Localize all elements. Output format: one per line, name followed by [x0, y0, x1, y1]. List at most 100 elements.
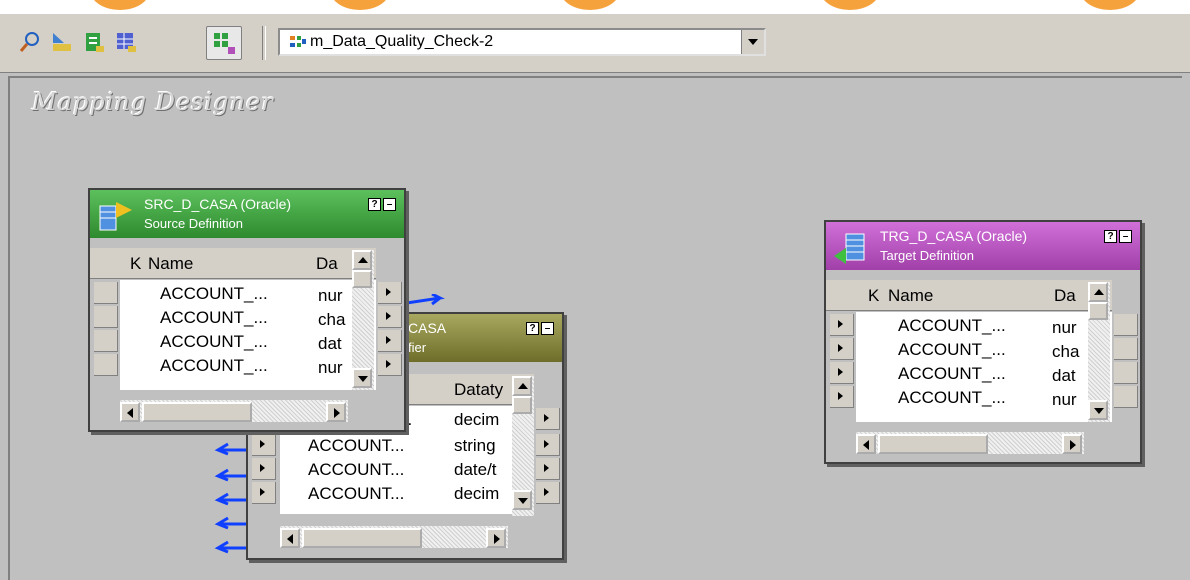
minimize-button[interactable]: – [541, 322, 554, 335]
field-name[interactable]: ACCOUNT_... [898, 388, 1006, 408]
row-port[interactable] [378, 330, 402, 352]
target-designer-icon[interactable] [50, 30, 74, 54]
toolbar-separator [262, 26, 266, 60]
row-port[interactable] [536, 434, 560, 456]
scroll-down-icon[interactable] [352, 368, 372, 388]
mapping-designer-button[interactable] [206, 26, 242, 60]
field-name[interactable]: ACCOUNT_... [898, 364, 1006, 384]
field-name[interactable]: ACCOUNT_... [898, 316, 1006, 336]
row-port[interactable] [830, 386, 854, 408]
source-table-icon [99, 202, 132, 231]
minimize-button[interactable]: – [1119, 230, 1132, 243]
source-analyzer-icon[interactable] [18, 30, 42, 54]
field-type[interactable]: decim [454, 484, 499, 504]
mapping-select[interactable]: m_Data_Quality_Check-2 [278, 28, 766, 56]
row-selector[interactable] [252, 458, 276, 480]
minimize-button[interactable]: – [383, 198, 396, 211]
field-name[interactable]: ACCOUNT... [308, 460, 404, 480]
source-header[interactable]: SRC_D_CASA (Oracle) Source Definition ? … [90, 190, 404, 238]
canvas-title: Mapping Designer [32, 88, 274, 116]
column-header-datatype[interactable]: Da [1054, 286, 1076, 306]
field-name[interactable]: ACCOUNT_... [898, 340, 1006, 360]
row-port[interactable] [378, 354, 402, 376]
field-name[interactable]: ACCOUNT_... [160, 356, 268, 376]
mapping-designer-icon [214, 33, 235, 54]
scroll-thumb[interactable] [1088, 302, 1108, 320]
scroll-thumb[interactable] [878, 434, 988, 454]
mapping-icon [290, 36, 306, 47]
row-selector[interactable] [94, 306, 118, 328]
mapplet-designer-icon[interactable] [114, 30, 138, 54]
row-selector[interactable] [94, 354, 118, 376]
field-name[interactable]: ACCOUNT... [308, 484, 404, 504]
scroll-thumb[interactable] [512, 396, 532, 414]
row-selector[interactable] [94, 282, 118, 304]
source-grid-header: K Name Da [90, 248, 376, 279]
row-port[interactable] [536, 408, 560, 430]
field-name[interactable]: ACCOUNT... [308, 436, 404, 456]
target-header[interactable]: TRG_D_CASA (Oracle) Target Definition ? … [826, 222, 1140, 270]
column-header-key[interactable]: K [868, 286, 879, 306]
help-button[interactable]: ? [368, 198, 381, 211]
transformation-developer-icon[interactable] [82, 30, 106, 54]
field-type[interactable]: decim [454, 410, 499, 430]
field-type[interactable]: nur [318, 286, 350, 306]
source-subtitle: Source Definition [144, 216, 243, 231]
scroll-down-icon[interactable] [512, 490, 532, 510]
row-selector[interactable] [94, 330, 118, 352]
row-selector[interactable] [1114, 338, 1138, 360]
source-title: SRC_D_CASA (Oracle) [144, 196, 292, 212]
row-selector[interactable] [252, 482, 276, 504]
field-name[interactable]: ACCOUNT_... [160, 284, 268, 304]
row-selector[interactable] [1114, 386, 1138, 408]
scroll-left-icon[interactable] [280, 528, 300, 548]
row-port[interactable] [378, 282, 402, 304]
field-name[interactable]: ACCOUNT_... [160, 332, 268, 352]
row-port[interactable] [830, 314, 854, 336]
source-header-buttons: ? – [368, 198, 398, 212]
scroll-left-icon[interactable] [856, 434, 876, 454]
field-type[interactable]: cha [318, 310, 350, 330]
scroll-down-icon[interactable] [1088, 400, 1108, 420]
scroll-right-icon[interactable] [1062, 434, 1082, 454]
scroll-right-icon[interactable] [326, 402, 346, 422]
scroll-thumb[interactable] [142, 402, 252, 422]
top-decoration [0, 0, 1190, 14]
column-header-name[interactable]: Name [148, 254, 193, 274]
help-button[interactable]: ? [1104, 230, 1117, 243]
row-port[interactable] [536, 458, 560, 480]
field-type[interactable]: dat [1052, 366, 1084, 386]
scroll-up-icon[interactable] [1088, 282, 1108, 302]
row-port[interactable] [830, 362, 854, 384]
scroll-thumb[interactable] [352, 270, 372, 288]
scroll-up-icon[interactable] [512, 376, 532, 396]
row-selector[interactable] [1114, 362, 1138, 384]
scroll-thumb[interactable] [302, 528, 422, 548]
help-button[interactable]: ? [526, 322, 539, 335]
row-selector[interactable] [252, 434, 276, 456]
field-type[interactable]: cha [1052, 342, 1084, 362]
row-selector[interactable] [1114, 314, 1138, 336]
field-type[interactable]: nur [1052, 390, 1084, 410]
column-header-key[interactable]: K [130, 254, 141, 274]
toolbar: m_Data_Quality_Check-2 [0, 14, 1190, 73]
column-header-name[interactable]: Name [888, 286, 933, 306]
field-type[interactable]: nur [1052, 318, 1084, 338]
row-port[interactable] [536, 482, 560, 504]
column-header-datatype[interactable]: Da [316, 254, 338, 274]
target-definition-window[interactable]: TRG_D_CASA (Oracle) Target Definition ? … [824, 220, 1142, 464]
scroll-up-icon[interactable] [352, 250, 372, 270]
field-type[interactable]: string [454, 436, 496, 456]
field-type[interactable]: nur [318, 358, 350, 378]
field-name[interactable]: ACCOUNT_... [160, 308, 268, 328]
field-type[interactable]: date/t [454, 460, 497, 480]
source-definition-window[interactable]: SRC_D_CASA (Oracle) Source Definition ? … [88, 188, 406, 432]
chevron-down-icon[interactable] [741, 30, 764, 54]
field-type[interactable]: dat [318, 334, 350, 354]
scroll-left-icon[interactable] [120, 402, 140, 422]
column-header-datatype[interactable]: Dataty [454, 380, 503, 400]
row-port[interactable] [830, 338, 854, 360]
scroll-right-icon[interactable] [486, 528, 506, 548]
qualifier-title: CASA [408, 320, 447, 336]
row-port[interactable] [378, 306, 402, 328]
